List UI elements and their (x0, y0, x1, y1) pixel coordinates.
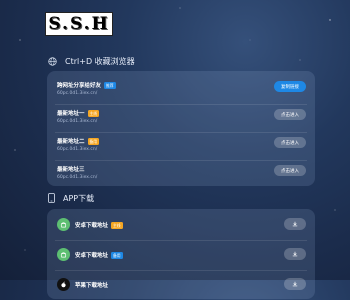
download-icon (292, 221, 298, 227)
link-card: 跨网址分享给好友 推荐 60pc.0d1.3iex.cn/ 复制链接 最新地址一… (47, 71, 315, 186)
recommend-badge: 推荐 (104, 81, 116, 89)
enter-button[interactable]: 点击进入 (274, 137, 306, 148)
main-line-badge: 主线 (111, 221, 123, 229)
app-card: 安卓下载地址 主线 安卓下载地址 备用 苹果下载地址 (47, 209, 315, 299)
link-title: 跨网址分享给好友 (57, 83, 102, 89)
backup-badge: 备用 (111, 251, 123, 259)
app-download-label: 安卓下载地址 (75, 223, 109, 229)
copy-link-button[interactable]: 复制链接 (274, 81, 306, 92)
link-url: 60pc.0d1.3iex.cn/ (57, 91, 98, 96)
app-download-label: 苹果下载地址 (75, 283, 109, 289)
link-url: 60pc.0d1.3iex.cn/ (57, 119, 98, 124)
download-button[interactable] (284, 218, 306, 230)
bookmark-section-title: Ctrl+D 收藏浏览器 (65, 56, 135, 66)
enter-button[interactable]: 点击进入 (274, 165, 306, 176)
app-download-label: 安卓下载地址 (75, 253, 109, 259)
android-icon (57, 218, 70, 231)
link-row: 最新地址二 备用 60pc.0d1.3iex.cn/ 点击进入 (47, 133, 315, 161)
link-row: 最新地址一 主线 60pc.0d1.3iex.cn/ 点击进入 (47, 105, 315, 133)
app-section-title: APP下载 (63, 193, 95, 203)
download-icon (292, 251, 298, 257)
link-title: 最新地址三 (57, 167, 85, 173)
globe-icon (48, 56, 57, 66)
app-row: 安卓下载地址 主线 (47, 210, 315, 240)
main-line-badge: 主线 (87, 109, 100, 117)
enter-button[interactable]: 点击进入 (274, 109, 306, 120)
site-logo[interactable]: S.S.H (45, 12, 113, 36)
android-icon (57, 248, 70, 261)
link-row: 跨网址分享给好友 推荐 60pc.0d1.3iex.cn/ 复制链接 (47, 77, 315, 105)
app-section-header: APP下载 (48, 191, 94, 205)
link-url: 60pc.0d1.3iex.cn/ (57, 147, 98, 152)
link-url: 60pc.0d1.3iex.cn/ (57, 175, 98, 180)
link-title: 最新地址二 (57, 139, 85, 145)
app-row: 苹果下载地址 (47, 270, 315, 300)
backup-badge: 备用 (87, 137, 100, 145)
bookmark-section-header: Ctrl+D 收藏浏览器 (48, 54, 135, 68)
phone-icon (48, 193, 55, 203)
app-row: 安卓下载地址 备用 (47, 240, 315, 270)
link-row: 最新地址三 60pc.0d1.3iex.cn/ 点击进入 (47, 161, 315, 189)
download-icon (292, 281, 298, 287)
link-title: 最新地址一 (57, 111, 85, 117)
download-button[interactable] (284, 248, 306, 260)
